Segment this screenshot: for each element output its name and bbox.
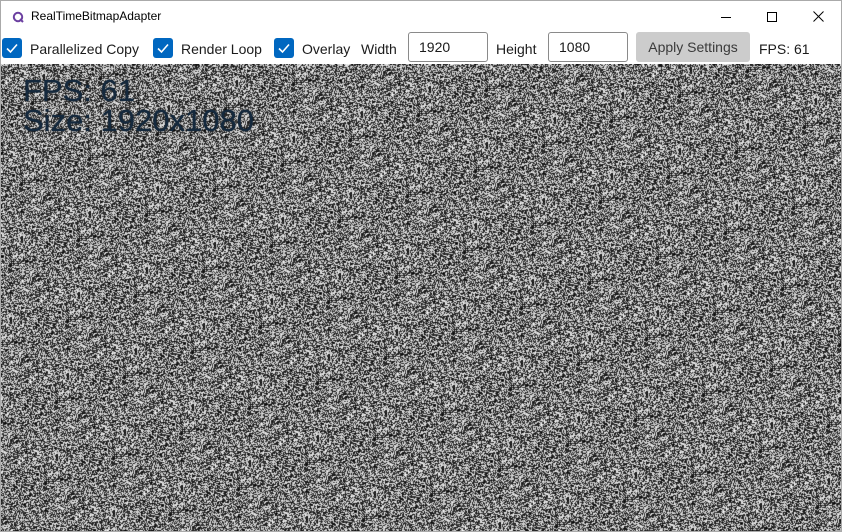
render-canvas[interactable]: FPS: 61 Size: 1920x1080 [1,64,841,531]
app-logo-icon [12,10,24,23]
toolbar: Parallelized Copy Render Loop Overlay Wi… [1,32,841,64]
checkmark-icon [157,43,169,54]
parallelized-copy-checkbox[interactable] [2,38,22,58]
close-button[interactable] [795,1,841,32]
maximize-button[interactable] [749,1,795,32]
overlay-checkbox[interactable] [274,38,294,58]
minimize-button[interactable] [703,1,749,32]
maximize-icon [767,11,777,22]
width-input[interactable] [408,32,488,62]
width-label: Width [361,41,397,57]
render-loop-checkbox[interactable] [153,38,173,58]
minimize-icon [721,16,731,18]
checkmark-icon [278,43,290,54]
height-input[interactable] [548,32,628,62]
window-title: RealTimeBitmapAdapter [31,9,162,23]
fps-status: FPS: 61 [759,41,810,57]
apply-settings-button[interactable]: Apply Settings [636,32,750,62]
app-window: RealTimeBitmapAdapter Parallelized Copy [0,0,842,532]
overlay-label[interactable]: Overlay [302,41,350,57]
height-label: Height [496,41,537,57]
checkmark-icon [6,43,18,54]
render-loop-label[interactable]: Render Loop [181,41,262,57]
title-bar[interactable]: RealTimeBitmapAdapter [1,1,841,32]
parallelized-copy-label[interactable]: Parallelized Copy [30,41,139,57]
close-icon [812,11,824,22]
overlay-size-text: Size: 1920x1080 [23,103,254,138]
